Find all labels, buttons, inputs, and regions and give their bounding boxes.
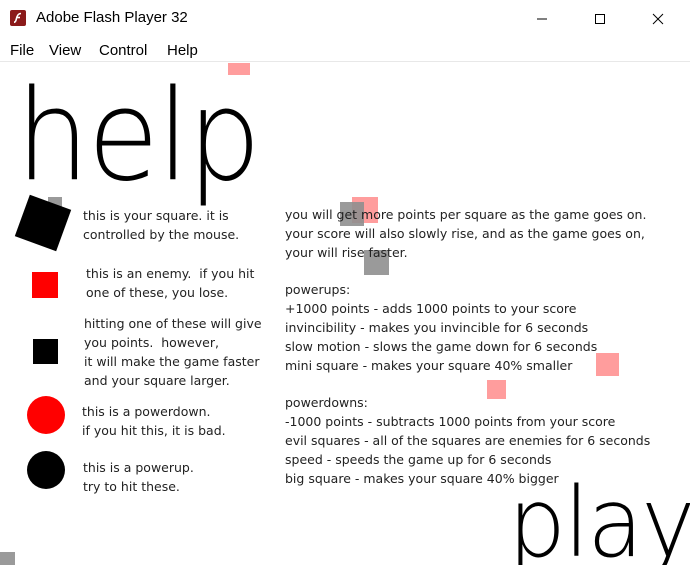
maximize-icon: [595, 14, 605, 24]
window-title: Adobe Flash Player 32: [36, 9, 188, 26]
menu-control[interactable]: Control: [99, 42, 147, 59]
flash-player-icon: [10, 10, 26, 26]
faded-points-square: [0, 552, 15, 565]
powerups-list: powerups: +1000 points - adds 1000 point…: [285, 282, 598, 373]
points-square-icon: [33, 339, 58, 364]
maximize-button[interactable]: [577, 0, 623, 38]
minimize-button[interactable]: [519, 0, 565, 38]
close-button[interactable]: [635, 0, 681, 38]
menu-help[interactable]: Help: [167, 42, 198, 59]
powerup-circle-icon: [27, 451, 65, 489]
powerdown-circle-icon: [27, 396, 65, 434]
play-button[interactable]: play: [508, 475, 690, 565]
powerdown-description: this is a powerdown. if you hit this, it…: [82, 404, 226, 438]
menu-bar: File View Control Help: [0, 38, 690, 62]
minimize-icon: [537, 18, 547, 20]
menu-file[interactable]: File: [10, 42, 34, 59]
game-stage[interactable]: help this is your square. it is controll…: [0, 63, 690, 565]
close-icon: [652, 13, 664, 25]
help-heading: help: [16, 63, 261, 209]
enemy-square-icon: [32, 272, 58, 298]
player-square-description: this is your square. it is controlled by…: [83, 208, 240, 242]
scoring-intro: you will get more points per square as t…: [285, 207, 647, 260]
title-bar: Adobe Flash Player 32: [0, 0, 690, 38]
points-square-description: hitting one of these will give you point…: [84, 316, 262, 388]
faded-enemy-square: [596, 353, 619, 376]
enemy-square-description: this is an enemy. if you hit one of thes…: [86, 266, 255, 300]
powerup-description: this is a powerup. try to hit these.: [83, 460, 194, 494]
menu-view[interactable]: View: [49, 42, 81, 59]
